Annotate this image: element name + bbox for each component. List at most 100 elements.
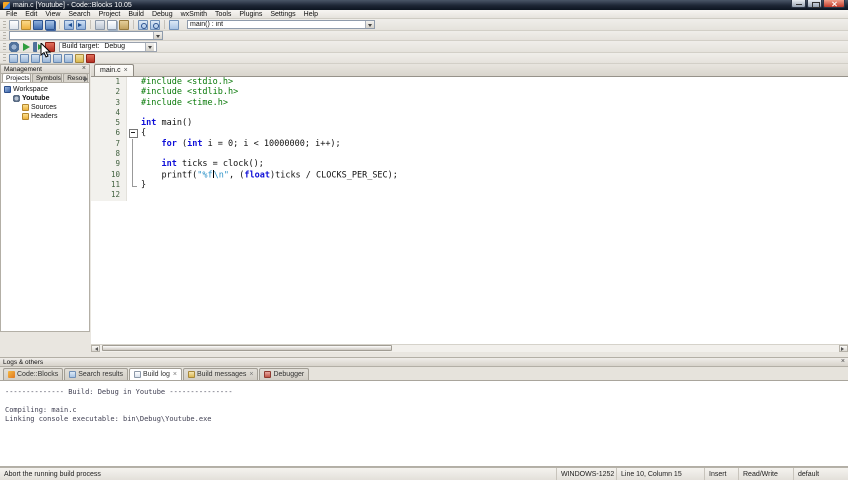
code-text[interactable]: #include <time.h> (140, 98, 228, 108)
fold-margin (127, 118, 140, 128)
toolbar-grip[interactable] (3, 20, 6, 29)
run-to-cursor-icon[interactable] (20, 53, 29, 63)
toolbar-grip[interactable] (3, 42, 6, 51)
tree-item-headers[interactable]: Headers (1, 112, 89, 121)
editor-tab-main-c[interactable]: main.c × (94, 64, 134, 76)
code-text[interactable] (140, 190, 141, 200)
debug-continue-icon[interactable] (9, 53, 18, 63)
close-tab-icon[interactable]: × (173, 370, 177, 379)
management-tab-projects[interactable]: Projects (2, 73, 31, 82)
scroll-right-icon[interactable] (839, 345, 848, 352)
close-panel-icon[interactable]: × (82, 65, 86, 72)
menu-debug[interactable]: Debug (148, 10, 177, 19)
close-panel-icon[interactable]: × (841, 358, 845, 365)
next-instruction-icon[interactable] (64, 53, 73, 63)
menu-help[interactable]: Help (300, 10, 322, 19)
undo-icon[interactable] (64, 19, 74, 30)
save-all-icon[interactable] (45, 19, 55, 30)
logs-tab-debugger[interactable]: Debugger (259, 368, 310, 380)
minimize-button[interactable] (791, 0, 806, 8)
stop-debugger-icon[interactable] (86, 53, 95, 63)
code-text[interactable]: { (140, 128, 146, 138)
step-out-icon[interactable] (53, 53, 62, 63)
logs-tab-label: Search results (78, 371, 123, 378)
code-text[interactable] (140, 108, 141, 118)
menu-plugins[interactable]: Plugins (235, 10, 266, 19)
cut-icon[interactable] (95, 19, 105, 30)
build-target-value: Debug (104, 42, 125, 50)
token-pl: ; i++); (304, 138, 341, 149)
menu-search[interactable]: Search (64, 10, 94, 19)
symbol-combo-value: main() : int (190, 21, 224, 28)
next-line-icon[interactable] (31, 53, 40, 63)
copy-icon[interactable] (107, 19, 117, 30)
menu-file[interactable]: File (2, 10, 21, 19)
maximize-button[interactable] (807, 0, 822, 8)
folder-icon (22, 113, 29, 120)
line-number: 10 (91, 169, 127, 180)
fold-margin (127, 108, 140, 118)
menu-wxsmith[interactable]: wxSmith (177, 10, 211, 19)
close-tab-icon[interactable]: × (249, 370, 253, 379)
app-icon (3, 1, 10, 9)
scrollbar-thumb[interactable] (102, 345, 392, 351)
line-number: 5 (91, 118, 127, 129)
close-window-button[interactable] (823, 0, 845, 8)
code-text[interactable]: #include <stdlib.h> (140, 87, 238, 97)
menu-tools[interactable]: Tools (211, 10, 235, 19)
token-pre: #include <stdio.h> (141, 77, 234, 87)
code-text[interactable]: printf("%f\n", (float)ticks / CLOCKS_PER… (140, 169, 398, 180)
close-tab-icon[interactable]: × (124, 67, 128, 74)
dropdown-arrow-icon[interactable] (153, 32, 162, 39)
toggle-breakpoint-icon[interactable] (75, 53, 84, 63)
token-kw: for (161, 138, 177, 149)
code-text[interactable]: int main() (140, 118, 192, 128)
toolbar-grip[interactable] (3, 31, 6, 40)
menu-project[interactable]: Project (95, 10, 125, 19)
toolbar-grip[interactable] (3, 54, 6, 62)
scrollbar-track[interactable] (100, 345, 839, 352)
code-line: 10 printf("%f\n", (float)ticks / CLOCKS_… (91, 169, 848, 181)
code-editor[interactable]: 1 #include <stdio.h> 2 #include <stdlib.h> 3… (91, 77, 848, 344)
build-icon[interactable] (9, 41, 19, 52)
dropdown-arrow-icon[interactable] (365, 21, 374, 28)
management-tab-symbols[interactable]: Symbols (31, 73, 63, 82)
code-text[interactable] (140, 149, 141, 159)
code-text[interactable]: int ticks = clock(); (140, 159, 263, 169)
logs-tab-code-blocks[interactable]: Code::Blocks (3, 368, 64, 380)
logs-tab-search-results[interactable]: Search results (64, 368, 128, 380)
tree-item-youtube[interactable]: Youtube (1, 94, 89, 103)
dropdown-arrow-icon[interactable] (145, 42, 155, 51)
code-text[interactable]: } (140, 180, 146, 190)
save-icon[interactable] (33, 19, 43, 30)
menu-view[interactable]: View (41, 10, 64, 19)
tree-item-workspace[interactable]: Workspace (1, 85, 89, 94)
symbol-combo[interactable]: main() : int (187, 20, 375, 29)
search-combo-value[interactable] (10, 32, 153, 39)
horizontal-scrollbar[interactable] (91, 344, 848, 352)
scroll-left-icon[interactable] (91, 345, 100, 352)
run-icon[interactable] (21, 42, 31, 52)
menu-build[interactable]: Build (124, 10, 148, 19)
tree-item-sources[interactable]: Sources (1, 103, 89, 112)
redo-icon[interactable] (76, 19, 86, 30)
search-combo[interactable] (9, 31, 163, 40)
code-text[interactable]: #include <stdio.h> (140, 77, 233, 87)
open-file-icon[interactable] (21, 19, 31, 30)
code-text[interactable]: for (int i = 0; i < 10000000; i++); (140, 138, 341, 149)
compiler-toolbar: Build target: Debug (0, 41, 848, 53)
find-icon[interactable] (138, 19, 148, 30)
menu-settings[interactable]: Settings (266, 10, 299, 19)
line-number: 4 (91, 107, 127, 119)
tab-scroll-right-icon[interactable] (84, 76, 88, 82)
logs-tab-build-messages[interactable]: Build messages × (182, 368, 259, 380)
token-pl: } (141, 179, 147, 190)
paste-icon[interactable] (119, 19, 129, 30)
replace-icon[interactable] (150, 19, 160, 30)
build-target-combo[interactable]: Debug (102, 42, 155, 51)
line-number: 12 (91, 190, 127, 201)
menu-edit[interactable]: Edit (21, 10, 41, 19)
goto-line-icon[interactable] (169, 19, 179, 30)
new-file-icon[interactable] (9, 19, 19, 30)
logs-tab-build-log[interactable]: Build log × (129, 368, 182, 380)
